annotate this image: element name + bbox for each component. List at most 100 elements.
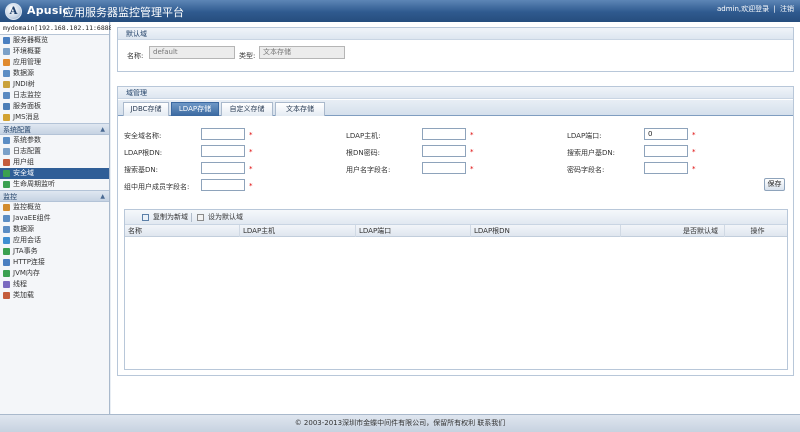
footer: © 2003-2013深圳市金蝶中间件有限公司，保留所有权利 联系我们 [0,414,800,432]
sidebar-item[interactable]: 应用会话 [0,235,109,246]
username-field-input[interactable] [422,162,466,174]
sidebar-item[interactable]: 服务器概览 [0,35,109,46]
section-monitor[interactable]: 监控 ▲ [0,190,109,202]
tab-custom[interactable]: 自定义存储 [221,102,273,116]
root-dn-password-input[interactable] [422,145,466,157]
sidebar-item[interactable]: 生命周期监听 [0,179,109,190]
sidebar-item-label: 日志配置 [13,147,41,155]
required-mark: * [470,148,474,156]
menu-item-icon [3,248,10,255]
sidebar-item-label: 应用管理 [13,58,41,66]
sidebar-item[interactable]: 类加载 [0,290,109,301]
group-member-field-input[interactable] [201,179,245,191]
ldap-port-input[interactable]: 0 [644,128,688,140]
set-default-domain-button[interactable]: 设为默认域 [197,212,243,223]
menu-item-icon [3,59,10,66]
search-base-dn-input[interactable] [201,162,245,174]
panel-title: 默认域 [118,28,793,40]
sidebar-item[interactable]: JavaEE组件 [0,213,109,224]
username-field-label: 用户名字段名: [346,166,391,174]
name-label: 名称: [127,52,144,60]
tab-jdbc[interactable]: JDBC存储 [123,102,169,116]
sidebar-item[interactable]: JMS消息 [0,112,109,123]
logout-link[interactable]: 注销 [780,5,794,13]
sidebar-item-label: JTA事务 [13,247,38,255]
menu-item-icon [3,70,10,77]
copy-new-domain-button[interactable]: 复制为新域 [142,212,188,223]
domain-name-label: 安全域名称: [124,132,162,140]
storage-tabs: JDBC存储 LDAP存储 自定义存储 文本存储 [118,100,793,116]
user-area: admin,欢迎登录 | 注销 [715,4,794,14]
sidebar: mydomain[192.168.102.11:6888] 服务器概览 环境概要应… [0,22,117,414]
section-system-config[interactable]: 系统配置 ▲ [0,123,109,135]
password-field-input[interactable] [644,162,688,174]
sidebar-group-server: 服务器概览 环境概要 应用管理数据源 JNDI树日志监控服务面板 JMS消息 [0,35,109,123]
menu-item-icon [3,103,10,110]
password-field-label: 密码字段名: [567,166,605,174]
type-value: 文本存储 [259,46,345,59]
panel-title: 域管理 [118,87,793,99]
default-icon [197,214,204,221]
required-mark: * [249,131,253,139]
menu-item-icon [3,159,10,166]
menu-item-icon [3,226,10,233]
sidebar-item[interactable]: 日志监控 [0,90,109,101]
sidebar-item[interactable]: 服务面板 [0,101,109,112]
sidebar-item[interactable]: 安全域 [0,168,109,179]
header-separator: | [773,5,776,13]
copy-icon [142,214,149,221]
sidebar-item[interactable]: 环境概要 [0,46,109,57]
sidebar-item[interactable]: JTA事务 [0,246,109,257]
sidebar-item[interactable]: 系统参数 [0,135,109,146]
copy-new-domain-label: 复制为新域 [153,213,188,221]
sidebar-item[interactable]: 监控概览 [0,202,109,213]
sidebar-item[interactable]: HTTP连接 [0,257,109,268]
required-mark: * [249,165,253,173]
save-button[interactable]: 保存 [764,178,785,191]
tab-ldap[interactable]: LDAP存储 [171,102,219,116]
sidebar-item[interactable]: 线程 [0,279,109,290]
ldap-host-input[interactable] [422,128,466,140]
main-content: 默认域 名称: default 类型: 文本存储 域管理 JDBC存储 LDAP… [111,22,800,414]
required-mark: * [692,131,696,139]
sidebar-item[interactable]: 应用管理 [0,57,109,68]
domain-name-input[interactable] [201,128,245,140]
menu-item-icon [3,292,10,299]
menu-item-icon [3,270,10,277]
sidebar-item-label: 线程 [13,280,27,288]
column-header-is-default[interactable]: 是否默认域 [621,225,725,237]
ldap-root-dn-input[interactable] [201,145,245,157]
tab-text[interactable]: 文本存储 [275,102,325,116]
sidebar-group-config: 系统参数 日志配置用户组安全域 生命周期监听 [0,135,109,190]
column-header-ldap-host[interactable]: LDAP主机 [240,225,356,237]
sidebar-item[interactable]: JNDI树 [0,79,109,90]
sidebar-item-label: JMS消息 [13,113,40,121]
column-header-ldap-root-dn[interactable]: LDAP根DN [471,225,621,237]
sidebar-item-label: 日志监控 [13,91,41,99]
app-header: A Apusic 应用服务器监控管理平台 admin,欢迎登录 | 注销 [0,0,800,22]
required-mark: * [692,165,696,173]
column-header-name[interactable]: 名称 [125,225,240,237]
sidebar-item[interactable]: JVM内存 [0,268,109,279]
sidebar-item-label: 类加载 [13,291,34,299]
column-header-ldap-port[interactable]: LDAP端口 [356,225,471,237]
sidebar-item[interactable]: 数据源 [0,68,109,79]
ldap-port-label: LDAP端口: [567,132,602,140]
sidebar-item-label: 应用会话 [13,236,41,244]
sidebar-item-label: 用户组 [13,158,34,166]
sidebar-item[interactable]: 用户组 [0,157,109,168]
sidebar-item[interactable]: 数据源 [0,224,109,235]
menu-item-icon [3,259,10,266]
name-value: default [149,46,235,59]
menu-item-icon [3,114,10,121]
search-user-base-dn-label: 搜索用户基DN: [567,149,615,157]
menu-item-icon [3,281,10,288]
sidebar-item[interactable]: 日志配置 [0,146,109,157]
ldap-host-label: LDAP主机: [346,132,381,140]
search-user-base-dn-input[interactable] [644,145,688,157]
default-domain-panel: 默认域 名称: default 类型: 文本存储 [117,27,794,72]
welcome-text: admin,欢迎登录 [717,5,770,13]
search-base-dn-label: 搜索基DN: [124,166,158,174]
ldap-root-dn-label: LDAP根DN: [124,149,163,157]
sidebar-item-label: JNDI树 [13,80,35,88]
